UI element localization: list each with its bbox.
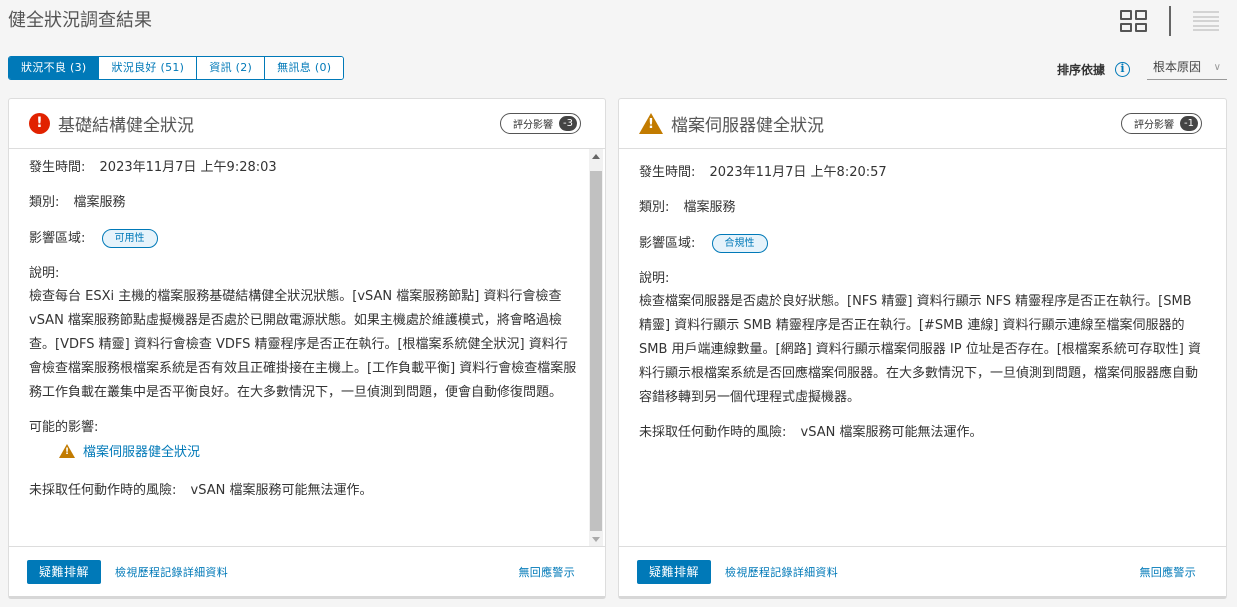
impact-area-badge: 合規性 bbox=[711, 234, 768, 253]
card-header: 檔案伺服器健全狀況 評分影響 -1 bbox=[619, 99, 1226, 149]
card-header: ! 基礎結構健全狀況 評分影響 -3 bbox=[9, 99, 605, 149]
risk-label: 未採取任何動作時的風險: bbox=[639, 425, 787, 440]
sort-value: 根本原因 bbox=[1153, 60, 1202, 74]
sort-select[interactable]: 根本原因 ∨ bbox=[1147, 58, 1227, 80]
view-divider bbox=[1169, 6, 1171, 36]
error-icon: ! bbox=[29, 113, 50, 134]
silence-alert-link[interactable]: 無回應警示 bbox=[1140, 564, 1197, 580]
warning-icon bbox=[639, 113, 663, 134]
risk-value: vSAN 檔案服務可能無法運作。 bbox=[800, 425, 983, 440]
occurred-value: 2023年11月7日 上午9:28:03 bbox=[99, 160, 277, 175]
scroll-down-icon[interactable] bbox=[592, 537, 600, 542]
description-text: 檢查每台 ESXi 主機的檔案服務基礎結構健全狀況狀態。[vSAN 檔案服務節點… bbox=[29, 289, 577, 400]
tab-unhealthy[interactable]: 狀況不良 (3) bbox=[9, 57, 100, 79]
tab-healthy[interactable]: 狀況良好 (51) bbox=[99, 57, 198, 79]
possible-impact-link-text: 檔案伺服器健全狀況 bbox=[83, 445, 201, 460]
score-impact-badge: 評分影響 -1 bbox=[1121, 113, 1202, 134]
category-row: 類別: 檔案服務 bbox=[639, 199, 1206, 217]
status-tabs: 狀況不良 (3) 狀況良好 (51) 資訊 (2) 無訊息 (0) bbox=[8, 56, 345, 80]
category-label: 類別: bbox=[639, 200, 670, 215]
info-icon[interactable]: i bbox=[1115, 61, 1130, 77]
troubleshoot-button[interactable]: 疑難排解 bbox=[27, 559, 102, 584]
view-history-link[interactable]: 檢視歷程記錄詳細資料 bbox=[115, 564, 228, 580]
view-history-link[interactable]: 檢視歷程記錄詳細資料 bbox=[725, 564, 838, 580]
sort-control: 排序依據 i 根本原因 ∨ bbox=[1057, 58, 1227, 80]
tab-info[interactable]: 資訊 (2) bbox=[197, 57, 266, 79]
chevron-down-icon: ∨ bbox=[1213, 62, 1221, 73]
risk-value: vSAN 檔案服務可能無法運作。 bbox=[190, 483, 373, 498]
occurred-label: 發生時間: bbox=[639, 165, 696, 180]
score-impact-badge: 評分影響 -3 bbox=[500, 113, 581, 134]
page-title: 健全狀況調查結果 bbox=[8, 10, 152, 31]
possible-impact-link[interactable]: 檔案伺服器健全狀況 bbox=[59, 441, 579, 460]
score-impact-count: -3 bbox=[559, 116, 577, 131]
category-row: 類別: 檔案服務 bbox=[29, 194, 579, 212]
view-switch bbox=[1120, 6, 1219, 36]
sort-label: 排序依據 bbox=[1056, 62, 1105, 77]
score-impact-count: -1 bbox=[1180, 116, 1198, 131]
card-body: 發生時間: 2023年11月7日 上午8:20:57 類別: 檔案服務 影響區域… bbox=[619, 149, 1226, 547]
card-view-icon[interactable] bbox=[1120, 10, 1147, 32]
warning-icon bbox=[59, 443, 75, 458]
category-value: 檔案服務 bbox=[683, 200, 736, 215]
possible-impact-label: 可能的影響: bbox=[29, 420, 99, 435]
description-text: 檢查檔案伺服器是否處於良好狀態。[NFS 精靈] 資料行顯示 NFS 精靈程序是… bbox=[639, 294, 1202, 405]
risk-label: 未採取任何動作時的風險: bbox=[29, 483, 177, 498]
finding-card-file-server: 檔案伺服器健全狀況 評分影響 -1 發生時間: 2023年11月7日 上午8:2… bbox=[618, 98, 1227, 599]
impact-area-label: 影響區域: bbox=[639, 236, 696, 251]
card-footer: 疑難排解 檢視歷程記錄詳細資料 無回應警示 bbox=[619, 546, 1226, 596]
category-value: 檔案服務 bbox=[73, 195, 126, 210]
occurred-value: 2023年11月7日 上午8:20:57 bbox=[709, 165, 887, 180]
tab-silenced[interactable]: 無訊息 (0) bbox=[265, 57, 344, 79]
impact-area-badge: 可用性 bbox=[101, 229, 158, 248]
occurred-row: 發生時間: 2023年11月7日 上午8:20:57 bbox=[639, 164, 1206, 182]
description-label: 說明: bbox=[29, 266, 60, 281]
score-impact-label: 評分影響 bbox=[1134, 120, 1175, 131]
finding-card-infrastructure: ! 基礎結構健全狀況 評分影響 -3 發生時間: 2023年11月7日 上午9:… bbox=[8, 98, 606, 599]
impact-area-label: 影響區域: bbox=[29, 231, 86, 246]
card-footer: 疑難排解 檢視歷程記錄詳細資料 無回應警示 bbox=[9, 546, 605, 596]
category-label: 類別: bbox=[29, 195, 60, 210]
card-title: 基礎結構健全狀況 bbox=[58, 116, 194, 136]
risk-row: 未採取任何動作時的風險: vSAN 檔案服務可能無法運作。 bbox=[29, 482, 579, 500]
score-impact-label: 評分影響 bbox=[513, 120, 554, 131]
description-label: 說明: bbox=[639, 271, 670, 286]
list-view-icon[interactable] bbox=[1193, 11, 1219, 31]
scroll-up-icon[interactable] bbox=[592, 154, 600, 159]
silence-alert-link[interactable]: 無回應警示 bbox=[519, 564, 576, 580]
impact-area-row: 影響區域: 可用性 bbox=[29, 229, 579, 248]
card-title: 檔案伺服器健全狀況 bbox=[671, 116, 824, 136]
troubleshoot-button[interactable]: 疑難排解 bbox=[637, 559, 712, 584]
risk-row: 未採取任何動作時的風險: vSAN 檔案服務可能無法運作。 bbox=[639, 424, 1206, 442]
scroll-thumb[interactable] bbox=[590, 171, 602, 531]
occurred-label: 發生時間: bbox=[29, 160, 86, 175]
occurred-row: 發生時間: 2023年11月7日 上午9:28:03 bbox=[29, 159, 579, 177]
impact-area-row: 影響區域: 合規性 bbox=[639, 234, 1206, 253]
card-body[interactable]: 發生時間: 2023年11月7日 上午9:28:03 類別: 檔案服務 影響區域… bbox=[9, 149, 605, 547]
vertical-scrollbar[interactable] bbox=[589, 149, 603, 547]
